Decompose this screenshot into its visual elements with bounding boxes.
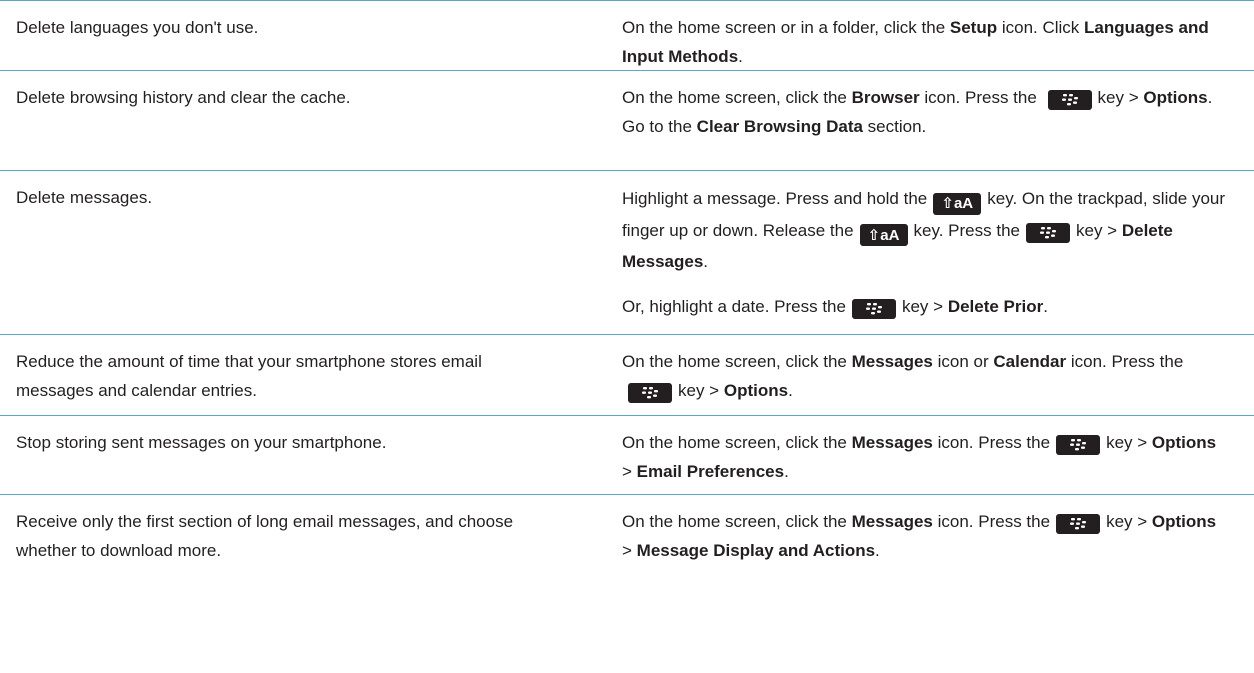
email-preferences-label: Email Preferences: [636, 462, 785, 481]
options-label: Options: [1151, 433, 1217, 452]
step-text: icon. Press the: [932, 512, 1051, 531]
table-row: Delete messages. Highlight a message. Pr…: [0, 171, 1254, 335]
menu-key-icon: [1056, 514, 1101, 534]
menu-key-icon: [628, 383, 672, 403]
table-row: Delete browsing history and clear the ca…: [0, 71, 1254, 171]
tip-cell: Delete messages.: [0, 171, 560, 334]
steps-cell: On the home screen, click the Messages i…: [560, 335, 1254, 415]
messages-label: Messages: [851, 433, 933, 452]
step-text: On the home screen or in a folder, click…: [622, 18, 950, 37]
step-text: key >: [1106, 433, 1152, 452]
shift-key-icon: ⇧aA: [933, 192, 982, 215]
calendar-label: Calendar: [993, 352, 1067, 371]
step-text: .: [788, 381, 793, 400]
clear-browsing-label: Clear Browsing Data: [696, 117, 863, 136]
steps-cell: On the home screen, click the Browser ic…: [560, 71, 1254, 170]
step-text: section.: [862, 117, 927, 136]
options-label: Options: [723, 381, 789, 400]
menu-key-icon: [1047, 90, 1092, 110]
tip-cell: Receive only the first section of long e…: [0, 495, 560, 575]
browser-label: Browser: [851, 88, 920, 107]
step-text: icon. Press the: [1066, 352, 1184, 371]
table-row: Receive only the first section of long e…: [0, 495, 1254, 575]
step-text: On the home screen, click the: [622, 352, 852, 371]
step-text: icon or: [932, 352, 994, 371]
setup-label: Setup: [949, 18, 998, 37]
step-text: >: [622, 462, 637, 481]
messages-label: Messages: [851, 352, 933, 371]
step-text: Or, highlight a date. Press the: [622, 297, 846, 316]
tip-cell: Delete languages you don't use.: [0, 1, 560, 70]
menu-key-icon: [851, 299, 896, 319]
tip-text: Delete languages you don't use.: [16, 18, 259, 37]
step-text: .: [1043, 297, 1048, 316]
step-paragraph: Highlight a message. Press and hold the ⇧…: [622, 183, 1230, 277]
options-label: Options: [1151, 512, 1217, 531]
step-paragraph: Or, highlight a date. Press the key > Del…: [622, 291, 1230, 322]
step-text: key. Press the: [913, 220, 1020, 240]
step-text: key >: [1097, 88, 1144, 107]
step-text: .: [875, 541, 880, 560]
steps-cell: On the home screen, click the Messages i…: [560, 416, 1254, 494]
tip-cell: Delete browsing history and clear the ca…: [0, 71, 560, 170]
step-text: On the home screen, click the: [622, 88, 852, 107]
tip-text: Delete messages.: [16, 188, 153, 207]
options-label: Options: [1143, 88, 1208, 107]
tip-text: Delete browsing history and clear the ca…: [16, 88, 351, 107]
step-text: On the home screen, click the: [622, 512, 852, 531]
step-text: icon. Press the: [919, 88, 1037, 107]
steps-cell: On the home screen, click the Messages i…: [560, 495, 1254, 575]
step-text: On the home screen, click the: [622, 433, 852, 452]
tip-text: Receive only the first section of long e…: [16, 512, 514, 560]
table-row: Reduce the amount of time that your smar…: [0, 335, 1254, 416]
shift-key-icon: ⇧aA: [859, 224, 908, 246]
tips-table: Delete languages you don't use. On the h…: [0, 0, 1254, 575]
step-text: icon. Press the: [932, 433, 1051, 452]
steps-cell: Highlight a message. Press and hold the ⇧…: [560, 171, 1254, 334]
delete-prior-label: Delete Prior: [947, 297, 1044, 316]
table-row: Stop storing sent messages on your smart…: [0, 416, 1254, 495]
tip-text: Reduce the amount of time that your smar…: [16, 352, 482, 400]
step-text: .: [738, 47, 743, 66]
step-text: .: [703, 252, 709, 271]
step-text: key >: [678, 381, 724, 400]
tip-cell: Reduce the amount of time that your smar…: [0, 335, 560, 415]
menu-key-icon: [1056, 435, 1101, 455]
step-text: >: [622, 541, 637, 560]
tip-cell: Stop storing sent messages on your smart…: [0, 416, 560, 494]
messages-label: Messages: [851, 512, 933, 531]
step-text: key >: [1106, 512, 1152, 531]
message-display-label: Message Display and Actions: [636, 541, 876, 560]
step-text: .: [784, 462, 789, 481]
tip-text: Stop storing sent messages on your smart…: [16, 433, 387, 452]
step-text: icon. Click: [997, 18, 1085, 37]
step-text: key >: [1076, 220, 1122, 240]
menu-key-icon: [1026, 222, 1070, 243]
step-text: key >: [901, 297, 948, 316]
step-text: Highlight a message. Press and hold the: [622, 189, 928, 208]
table-row: Delete languages you don't use. On the h…: [0, 1, 1254, 71]
steps-cell: On the home screen or in a folder, click…: [560, 1, 1254, 70]
